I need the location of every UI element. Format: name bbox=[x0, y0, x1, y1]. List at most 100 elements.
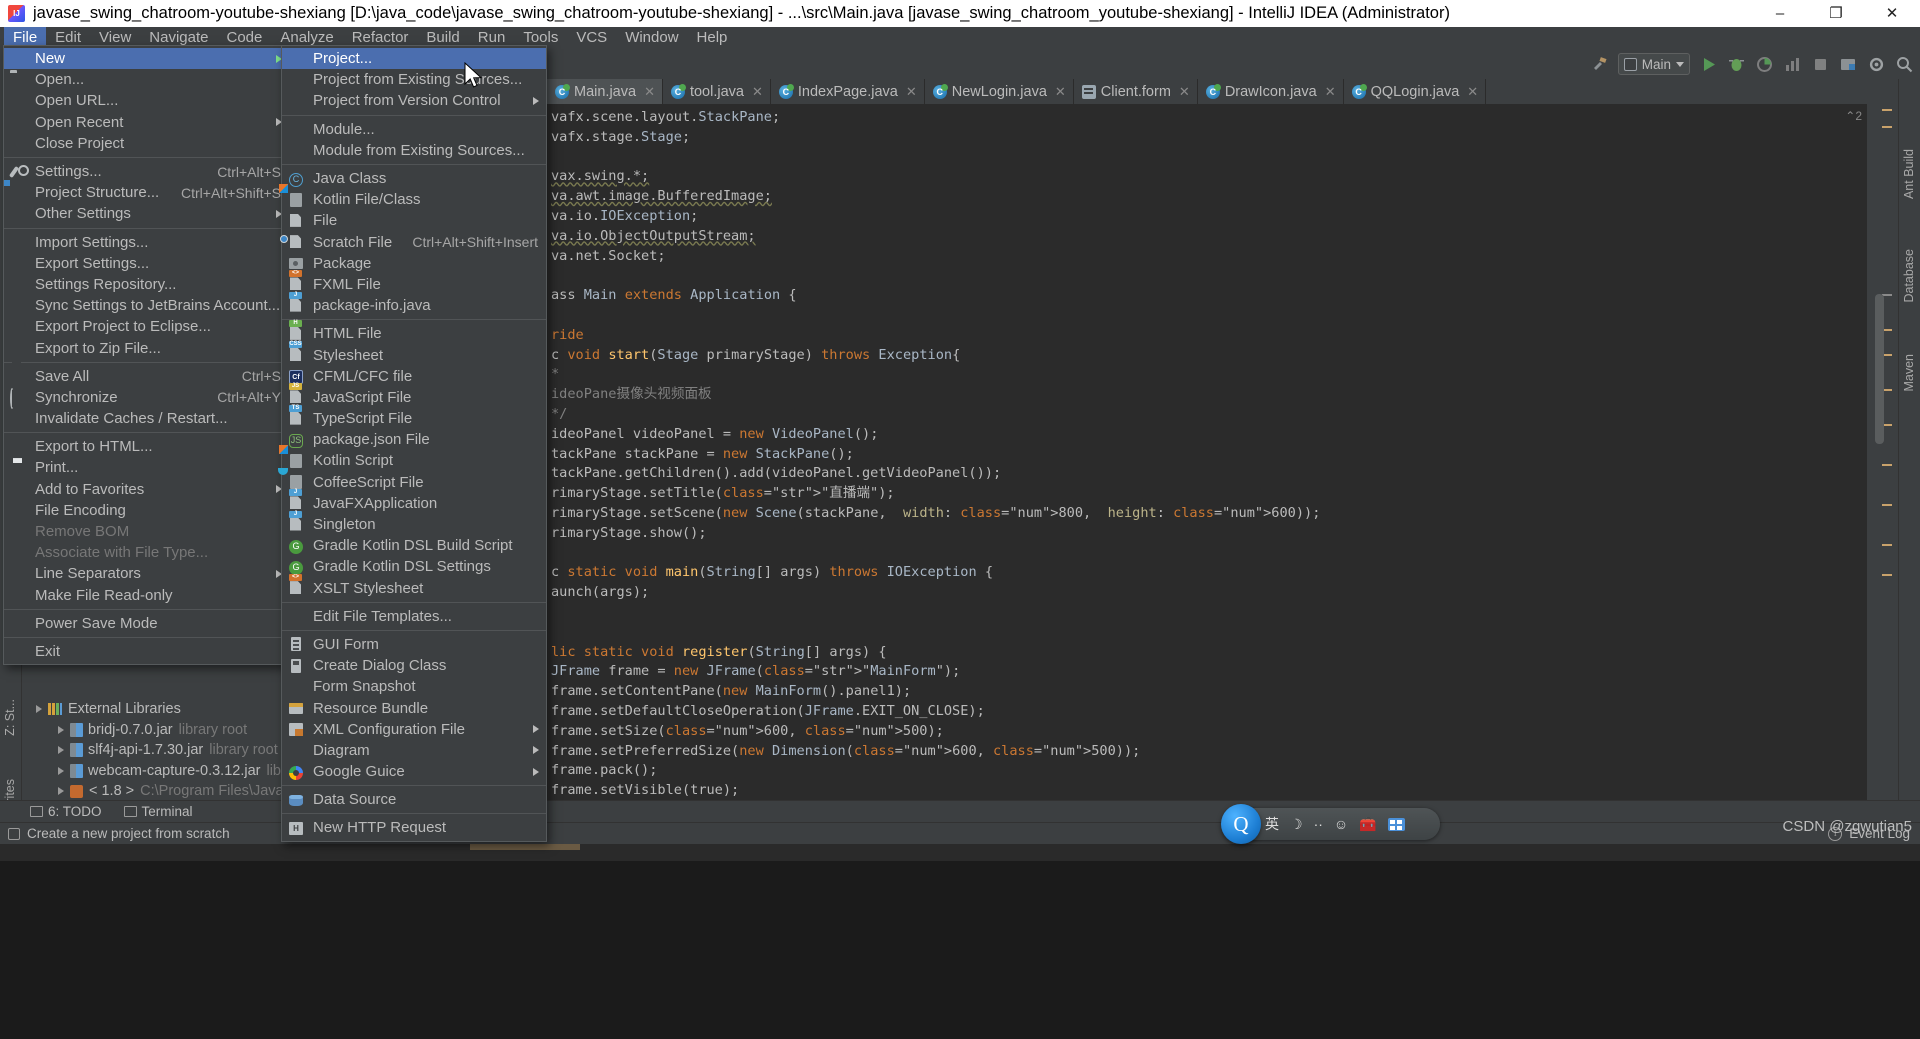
file-menu-item-exit[interactable]: Exit bbox=[4, 641, 289, 662]
dots-icon[interactable]: ·· bbox=[1314, 816, 1323, 832]
file-menu-item-power-save-mode[interactable]: Power Save Mode bbox=[4, 613, 289, 634]
file-menu-item-close-project[interactable]: Close Project bbox=[4, 133, 289, 154]
expand-arrow-icon[interactable] bbox=[58, 787, 64, 796]
new-menu-item-project-from-version-control[interactable]: Project from Version Control bbox=[282, 90, 546, 111]
file-menu-item-open-url[interactable]: Open URL... bbox=[4, 90, 289, 111]
new-menu-item-kotlin-file-class[interactable]: Kotlin File/Class bbox=[279, 183, 546, 210]
maximize-button[interactable]: ❐ bbox=[1808, 0, 1864, 27]
moon-icon[interactable]: ☽ bbox=[1290, 816, 1303, 833]
new-menu-item-javascript-file[interactable]: JS JavaScript File bbox=[282, 383, 546, 408]
close-tab-icon[interactable]: ✕ bbox=[1467, 84, 1478, 100]
profile-icon[interactable] bbox=[1783, 55, 1802, 74]
file-menu-item-synchronize[interactable]: Synchronize Ctrl+Alt+Y bbox=[4, 387, 289, 410]
stop-icon[interactable] bbox=[1811, 55, 1830, 74]
new-menu-item-google-guice[interactable]: Google Guice bbox=[282, 761, 546, 782]
editor-tab-qqlogin-java[interactable]: QQLogin.java ✕ bbox=[1344, 79, 1487, 104]
close-tab-icon[interactable]: ✕ bbox=[906, 84, 917, 100]
file-menu-item-project-structure[interactable]: Project Structure... Ctrl+Alt+Shift+S bbox=[4, 182, 289, 203]
menubar-item-window[interactable]: Window bbox=[616, 27, 687, 49]
run-icon[interactable] bbox=[1699, 55, 1718, 74]
new-menu-item-package-json-file[interactable]: JS package.json File bbox=[282, 429, 546, 450]
right-strip-label-maven[interactable]: Maven bbox=[1902, 354, 1916, 392]
close-button[interactable]: ✕ bbox=[1864, 0, 1920, 27]
new-menu-item-cfml-cfc-file[interactable]: Cf CFML/CFC file bbox=[282, 366, 546, 387]
new-menu-item-form-snapshot[interactable]: Form Snapshot bbox=[282, 676, 546, 697]
close-tab-icon[interactable]: ✕ bbox=[1055, 84, 1066, 100]
menubar-item-vcs[interactable]: VCS bbox=[567, 27, 616, 49]
close-tab-icon[interactable]: ✕ bbox=[644, 84, 655, 100]
new-menu-item-module[interactable]: Module... bbox=[282, 119, 546, 140]
smiley-icon[interactable]: ☺ bbox=[1334, 816, 1348, 832]
new-menu-item-fxml-file[interactable]: <> FXML File bbox=[282, 270, 546, 295]
file-menu-item-other-settings[interactable]: Other Settings bbox=[4, 203, 289, 224]
keyboard-icon[interactable] bbox=[1387, 817, 1405, 831]
new-menu-item-create-dialog-class[interactable]: Create Dialog Class bbox=[282, 655, 546, 676]
new-menu-item-scratch-file[interactable]: Scratch File Ctrl+Alt+Shift+Insert bbox=[280, 232, 546, 253]
new-menu-item-gui-form[interactable]: GUI Form bbox=[282, 634, 546, 655]
project-structure-icon[interactable] bbox=[1839, 55, 1858, 74]
editor-tab-indexpage-java[interactable]: IndexPage.java ✕ bbox=[771, 79, 925, 104]
code-editor[interactable]: vafx.scene.layout.StackPane; vafx.stage.S… bbox=[547, 104, 1866, 824]
expand-arrow-icon[interactable] bbox=[58, 766, 64, 775]
run-configuration-selector[interactable]: Main bbox=[1617, 53, 1690, 75]
minimize-button[interactable]: – bbox=[1752, 0, 1808, 27]
new-menu-item-resource-bundle[interactable]: Resource Bundle bbox=[282, 697, 546, 718]
editor-tab-newlogin-java[interactable]: NewLogin.java ✕ bbox=[925, 79, 1074, 104]
new-menu-item-module-from-existing-sources[interactable]: Module from Existing Sources... bbox=[282, 140, 546, 161]
left-strip-label-structure[interactable]: Z: St... bbox=[3, 699, 17, 736]
new-menu-item-gradle-kotlin-dsl-settings[interactable]: G Gradle Kotlin DSL Settings bbox=[282, 556, 546, 577]
new-menu-item-gradle-kotlin-dsl-build-script[interactable]: G Gradle Kotlin DSL Build Script bbox=[282, 535, 546, 556]
editor-tab-main-java[interactable]: Main.java ✕ bbox=[547, 79, 663, 104]
new-menu-item-project-from-existing-sources[interactable]: Project from Existing Sources... bbox=[282, 69, 546, 90]
search-icon[interactable] bbox=[1895, 55, 1914, 74]
new-menu-item-coffeescript-file[interactable]: CoffeeScript File bbox=[278, 468, 546, 493]
close-tab-icon[interactable]: ✕ bbox=[752, 84, 763, 100]
ime-mode-label[interactable]: 英 bbox=[1265, 814, 1279, 834]
new-menu-item-diagram[interactable]: Diagram bbox=[282, 740, 546, 761]
editor-markers-gutter[interactable] bbox=[1866, 104, 1898, 824]
file-menu-item-invalidate-caches-restart[interactable]: Invalidate Caches / Restart... bbox=[4, 408, 289, 429]
editor-tab-client-form[interactable]: Client.form ✕ bbox=[1074, 79, 1198, 104]
new-menu-item-new-http-request[interactable]: New HTTP Request bbox=[282, 817, 546, 838]
close-tab-icon[interactable]: ✕ bbox=[1325, 84, 1336, 100]
file-menu-item-settings[interactable]: Settings... Ctrl+Alt+S bbox=[4, 161, 289, 182]
taskbar-active-item[interactable] bbox=[470, 844, 580, 850]
right-strip-label-database[interactable]: Database bbox=[1902, 249, 1916, 303]
close-tab-icon[interactable]: ✕ bbox=[1179, 84, 1190, 100]
new-menu-item-package[interactable]: Package bbox=[282, 253, 546, 274]
file-menu-item-export-to-zip-file[interactable]: Export to Zip File... bbox=[4, 337, 289, 358]
bottom-tool-6-todo[interactable]: 6: TODO bbox=[30, 804, 102, 819]
toolbox-icon[interactable]: 🧰 bbox=[1359, 816, 1376, 833]
new-menu-item-kotlin-script[interactable]: Kotlin Script bbox=[279, 444, 546, 471]
file-menu-item-export-project-to-eclipse[interactable]: Export Project to Eclipse... bbox=[4, 316, 289, 337]
new-menu-item-stylesheet[interactable]: CSS Stylesheet bbox=[282, 341, 546, 365]
file-menu-item-open-recent[interactable]: Open Recent bbox=[4, 112, 289, 133]
new-menu-item-typescript-file[interactable]: TS TypeScript File bbox=[282, 404, 546, 429]
new-menu-item-file[interactable]: File bbox=[282, 210, 546, 231]
new-menu-item-javafxapplication[interactable]: J JavaFXApplication bbox=[282, 489, 546, 514]
editor-tab-tool-java[interactable]: tool.java ✕ bbox=[663, 79, 771, 104]
file-menu-item-print[interactable]: Print... bbox=[4, 457, 289, 478]
run-with-coverage-icon[interactable] bbox=[1755, 55, 1774, 74]
file-menu-item-file-encoding[interactable]: File Encoding bbox=[4, 500, 289, 521]
new-menu-item-singleton[interactable]: J Singleton bbox=[282, 510, 546, 535]
new-menu-item-data-source[interactable]: Data Source bbox=[282, 789, 546, 810]
build-hammer-icon[interactable] bbox=[1590, 55, 1609, 74]
new-menu-item-project[interactable]: Project... bbox=[282, 48, 546, 70]
file-menu-item-export-settings[interactable]: Export Settings... bbox=[4, 253, 289, 274]
file-menu-item-open[interactable]: Open... bbox=[4, 69, 289, 90]
file-menu-item-import-settings[interactable]: Import Settings... bbox=[4, 232, 289, 253]
new-menu-item-xslt-stylesheet[interactable]: <> XSLT Stylesheet bbox=[282, 574, 546, 599]
bottom-tool-terminal[interactable]: Terminal bbox=[123, 804, 193, 819]
file-menu-item-add-to-favorites[interactable]: Add to Favorites bbox=[4, 479, 289, 500]
right-strip-label-ant[interactable]: Ant Build bbox=[1902, 149, 1916, 199]
expand-arrow-icon[interactable] bbox=[58, 725, 64, 734]
new-menu-item-edit-file-templates[interactable]: Edit File Templates... bbox=[282, 606, 546, 627]
file-menu-item-sync-settings-to-jetbrains-account[interactable]: Sync Settings to JetBrains Account... bbox=[4, 295, 289, 316]
expand-arrow-icon[interactable] bbox=[36, 705, 42, 714]
menubar-item-help[interactable]: Help bbox=[688, 27, 737, 49]
file-menu-item-save-all[interactable]: Save All Ctrl+S bbox=[4, 366, 289, 387]
file-menu-item-settings-repository[interactable]: Settings Repository... bbox=[4, 274, 289, 295]
new-menu-item-xml-configuration-file[interactable]: XML Configuration File bbox=[282, 719, 546, 740]
file-menu-item-new[interactable]: New bbox=[4, 48, 289, 70]
